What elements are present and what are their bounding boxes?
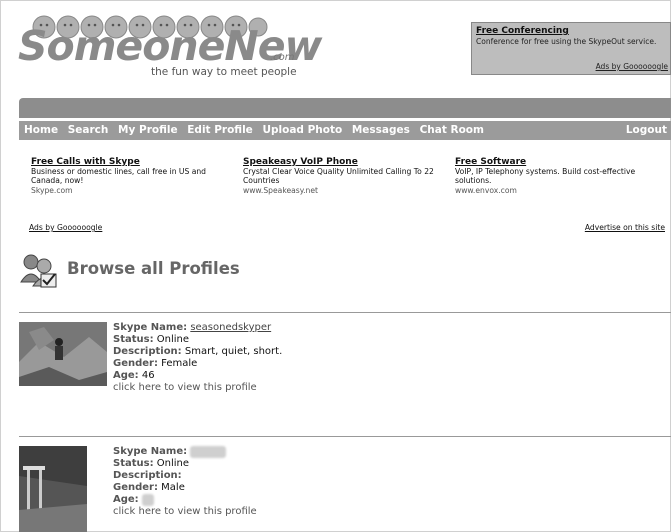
nav-my-profile[interactable]: My Profile (118, 124, 178, 136)
nav-upload-photo[interactable]: Upload Photo (262, 124, 342, 136)
label-gender: Gender: (113, 482, 158, 493)
header-bar (19, 98, 671, 118)
divider (19, 436, 671, 437)
text-ad-1: Free Calls with Skype Business or domest… (31, 157, 239, 195)
text-ad-url[interactable]: www.envox.com (455, 186, 645, 195)
status-value: Online (156, 458, 190, 469)
page-title: Browse all Profiles (67, 259, 240, 278)
profile-photo[interactable] (19, 446, 87, 532)
nav-edit-profile[interactable]: Edit Profile (187, 124, 253, 136)
text-ad-description: Business or domestic lines, call free in… (31, 167, 207, 186)
label-status: Status: (113, 458, 154, 469)
top-ad-description: Conference for free using the SkypeOut s… (476, 37, 657, 46)
label-description: Description: (113, 470, 182, 481)
label-skype-name: Skype Name: (113, 322, 188, 333)
ads-by-link[interactable]: Ads by Goooooogle (29, 223, 102, 232)
label-description: Description: (113, 346, 182, 357)
people-profiles-icon (20, 254, 57, 288)
nav-messages[interactable]: Messages (352, 124, 410, 136)
skype-name-link[interactable]: seasonedskyper (190, 322, 271, 333)
gender-value: Male (161, 482, 185, 493)
text-ad-title[interactable]: Speakeasy VoIP Phone (243, 157, 448, 167)
text-ad-3: Free Software VoIP, IP Telephony systems… (455, 157, 645, 195)
label-age: Age: (113, 370, 139, 381)
top-ad-attribution[interactable]: Ads by Goooooogle (596, 62, 668, 71)
text-ad-title[interactable]: Free Calls with Skype (31, 157, 239, 167)
logo-domain: .com (270, 52, 295, 63)
top-ad-title[interactable]: Free Conferencing (476, 26, 666, 36)
logo-tagline: the fun way to meet people (151, 66, 297, 78)
profile-card-1: Skype Name: seasonedskyper Status: Onlin… (113, 322, 282, 394)
label-status: Status: (113, 334, 154, 345)
text-ad-url[interactable]: Skype.com (31, 186, 239, 195)
advertise-link[interactable]: Advertise on this site (585, 223, 665, 232)
top-ad-box: Free Conferencing Conference for free us… (471, 22, 671, 75)
skype-name-redacted[interactable]: xxxxxx (190, 446, 226, 458)
nav-home[interactable]: Home (24, 124, 58, 136)
status-value: Online (156, 334, 190, 345)
nav-chat-room[interactable]: Chat Room (420, 124, 484, 136)
text-ad-description: Crystal Clear Voice Quality Unlimited Ca… (243, 167, 434, 186)
label-skype-name: Skype Name: (113, 446, 188, 457)
age-value: 46 (141, 370, 155, 381)
gender-value: Female (161, 358, 198, 369)
profile-photo[interactable] (19, 322, 107, 386)
text-ad-title[interactable]: Free Software (455, 157, 645, 167)
label-age: Age: (113, 494, 139, 505)
main-nav: Home Search My Profile Edit Profile Uplo… (24, 124, 490, 136)
view-profile-link[interactable]: click here to view this profile (113, 506, 257, 518)
view-profile-link[interactable]: click here to view this profile (113, 382, 282, 394)
label-gender: Gender: (113, 358, 158, 369)
age-redacted: xx (141, 494, 154, 506)
nav-search[interactable]: Search (68, 124, 109, 136)
text-ad-description: VoIP, IP Telephony systems. Build cost-e… (455, 167, 636, 186)
text-ad-url[interactable]: www.Speakeasy.net (243, 186, 448, 195)
nav-logout[interactable]: Logout (626, 124, 667, 136)
profile-card-2: Skype Name: xxxxxx Status: Online Descri… (113, 446, 257, 518)
text-ad-2: Speakeasy VoIP Phone Crystal Clear Voice… (243, 157, 448, 195)
description-value: Smart, quiet, short. (184, 346, 283, 357)
divider (19, 312, 671, 313)
